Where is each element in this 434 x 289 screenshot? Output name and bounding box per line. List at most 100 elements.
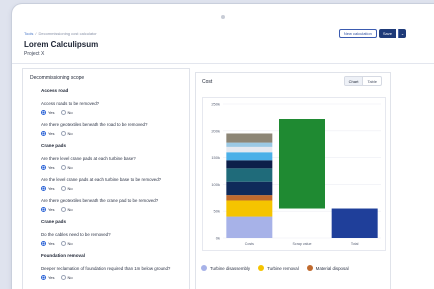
x-category-label: Total xyxy=(351,242,359,246)
radio-yes[interactable]: Yes xyxy=(41,240,55,246)
radio-no-circle[interactable] xyxy=(60,240,66,246)
radio-no-circle[interactable] xyxy=(60,109,66,115)
radio-yes[interactable]: Yes xyxy=(41,206,55,212)
legend-swatch xyxy=(201,265,207,271)
costs-bar-segment xyxy=(226,160,273,169)
legend-label: Material disposal xyxy=(315,265,349,271)
x-category-label: Costs xyxy=(245,242,254,246)
radio-no-circle[interactable] xyxy=(60,206,66,212)
radio-yes-circle[interactable] xyxy=(41,206,46,212)
scope-section-heading: Crane pads xyxy=(41,219,67,224)
radio-yes[interactable]: Yes xyxy=(41,164,55,170)
cost-chart: 0k 50k 100k 150k 200k 250k Costs Scrap value Tot… xyxy=(202,97,386,251)
radio-yes-label: Yes xyxy=(48,130,55,136)
save-button[interactable]: Save xyxy=(378,29,396,38)
radio-no[interactable]: No xyxy=(60,240,73,246)
y-tick-label: 0k xyxy=(216,236,220,241)
x-category-label: Scrap value xyxy=(293,242,312,246)
header-divider xyxy=(12,63,434,64)
camera-dot xyxy=(221,15,225,19)
radio-no-label: No xyxy=(67,109,73,115)
yes-no-radio-group: Yes No xyxy=(41,162,189,172)
scope-section-heading: Access road xyxy=(41,88,69,93)
tab-chart[interactable]: Chart xyxy=(344,77,364,85)
radio-yes[interactable]: Yes xyxy=(41,274,55,280)
radio-yes[interactable]: Yes xyxy=(41,130,55,136)
scope-question: Are there level crane pads at each turbi… xyxy=(41,155,136,161)
cost-panel: Cost Chart Table 0k 50k 100k 150k 200k 250k Co… xyxy=(195,72,391,289)
y-tick-label: 150k xyxy=(211,155,220,160)
legend-label: Turbine removal xyxy=(267,265,299,271)
scope-question: Deeper reclamation of foundation require… xyxy=(41,265,171,271)
radio-no[interactable]: No xyxy=(60,206,73,212)
radio-yes-label: Yes xyxy=(48,206,55,212)
chart-legend: Turbine disassembly Turbine removal Materi… xyxy=(201,265,349,271)
radio-yes-label: Yes xyxy=(48,185,55,191)
radio-no[interactable]: No xyxy=(60,164,73,170)
radio-no[interactable]: No xyxy=(60,130,73,136)
radio-yes-label: Yes xyxy=(48,274,55,280)
scope-section-heading: Crane pads xyxy=(41,143,67,148)
radio-no-label: No xyxy=(67,130,73,136)
radio-yes-circle[interactable] xyxy=(41,130,46,136)
y-tick-label: 50k xyxy=(214,209,220,214)
radio-no-label: No xyxy=(67,164,73,170)
radio-no-circle[interactable] xyxy=(60,185,66,191)
breadcrumb-current: Decommissioning cost calculator xyxy=(38,31,97,36)
yes-no-radio-group: Yes No xyxy=(41,107,189,117)
legend-item: Turbine disassembly xyxy=(201,265,250,271)
legend-swatch xyxy=(306,265,313,271)
y-tick-label: 250k xyxy=(211,102,220,107)
costs-bar-segment xyxy=(226,195,273,201)
legend-item: Turbine removal xyxy=(258,265,299,271)
radio-no[interactable]: No xyxy=(60,185,73,191)
legend-label: Turbine disassembly xyxy=(210,265,251,271)
radio-yes[interactable]: Yes xyxy=(41,185,55,191)
scope-question: Are the level crane pads at each turbine… xyxy=(41,176,162,182)
cost-chart-svg: 0k 50k 100k 150k 200k 250k Costs Scrap value Tot… xyxy=(211,102,381,246)
header-actions: New calculation Save ⌄ xyxy=(338,29,406,38)
yes-no-radio-group: Yes No xyxy=(41,204,189,214)
yes-no-radio-group: Yes No xyxy=(41,183,189,193)
cost-title: Cost xyxy=(202,79,213,85)
page-title: Lorem Calculipsum xyxy=(24,40,99,49)
radio-yes-label: Yes xyxy=(48,109,55,115)
costs-bar-segment xyxy=(226,133,273,143)
yes-no-radio-group: Yes No xyxy=(41,128,189,138)
costs-bar-segment xyxy=(226,181,273,196)
radio-no-circle[interactable] xyxy=(60,274,66,280)
radio-yes-circle[interactable] xyxy=(41,164,46,170)
costs-bar-segment xyxy=(226,146,273,153)
costs-bar-segment xyxy=(226,200,273,217)
view-toggle: Chart Table xyxy=(343,76,382,86)
radio-yes-label: Yes xyxy=(48,240,55,246)
y-tick-label: 200k xyxy=(211,128,220,133)
radio-yes[interactable]: Yes xyxy=(41,109,55,115)
new-calculation-button[interactable]: New calculation xyxy=(338,29,377,38)
radio-yes-circle[interactable] xyxy=(41,109,46,115)
radio-no[interactable]: No xyxy=(60,109,73,115)
radio-no-label: No xyxy=(67,206,73,212)
costs-bar-segment xyxy=(226,168,273,182)
scope-question: Access roads to be removed? xyxy=(41,100,100,106)
breadcrumb-tools-link[interactable]: Tools xyxy=(24,31,33,36)
scope-question: Do the cables need to be removed? xyxy=(41,231,111,237)
radio-no[interactable]: No xyxy=(60,274,73,280)
radio-yes-circle[interactable] xyxy=(41,274,46,280)
save-options-chevron-icon[interactable]: ⌄ xyxy=(398,29,406,38)
scope-section-heading: Foundation removal xyxy=(41,253,85,258)
radio-yes-circle[interactable] xyxy=(41,185,46,191)
radio-no-circle[interactable] xyxy=(60,130,66,136)
tab-table[interactable]: Table xyxy=(363,77,381,85)
y-tick-label: 100k xyxy=(211,182,220,187)
costs-bar-segment xyxy=(226,152,273,161)
costs-bar-segment xyxy=(226,216,273,238)
radio-no-circle[interactable] xyxy=(60,164,66,170)
scope-question: Are there geotextiles beneath the crane … xyxy=(41,197,159,203)
costs-bar-segment xyxy=(226,142,273,147)
radio-yes-circle[interactable] xyxy=(41,240,46,246)
yes-no-radio-group: Yes No xyxy=(41,238,189,248)
decommissioning-scope-panel: Decommissioning scope Access road Access … xyxy=(22,68,190,289)
radio-yes-label: Yes xyxy=(48,164,55,170)
project-name: Project X xyxy=(24,51,45,57)
